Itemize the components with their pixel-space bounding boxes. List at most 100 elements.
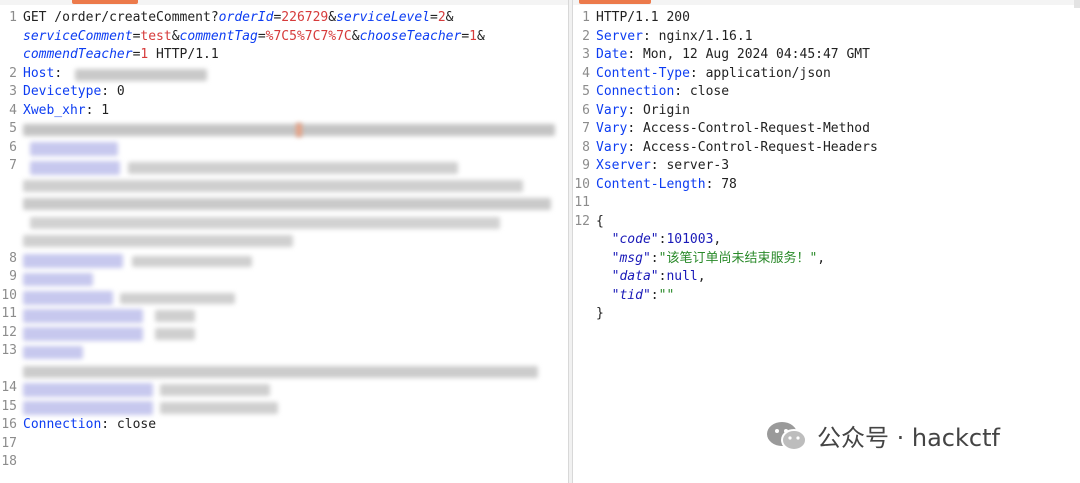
redacted-line-13b	[23, 366, 538, 378]
line-number: 7	[9, 158, 17, 173]
line-content: Server: nginx/1.16.1	[596, 28, 753, 47]
response-line[interactable]: 8 Vary: Access-Control-Request-Headers	[573, 139, 1080, 158]
request-line[interactable]: 16 Connection: close	[0, 416, 568, 435]
token: "msg"	[596, 250, 651, 266]
token: : Access-Control-Request-Method	[627, 121, 870, 136]
token: : Access-Control-Request-Headers	[627, 139, 878, 155]
token: : application/json	[689, 65, 831, 81]
response-pane[interactable]: 1 HTTP/1.1 200 2 Server: nginx/1.16.1 3 Date:…	[573, 0, 1080, 483]
response-scrollbar[interactable]	[1074, 0, 1080, 8]
redacted-line-5-mark	[296, 123, 302, 137]
response-line[interactable]: 12 {	[573, 213, 1080, 232]
line-number: 5	[582, 84, 590, 99]
request-line[interactable]: 13	[0, 342, 568, 361]
line-content: Connection: close	[23, 416, 156, 435]
token: : Origin	[627, 102, 690, 118]
token: ,	[817, 250, 826, 266]
redacted-line-14-value	[160, 384, 270, 396]
token: %7C5%7C7%7C	[265, 28, 352, 44]
redacted-line-7b	[23, 180, 523, 192]
line-number: 17	[1, 435, 17, 451]
token: Date	[596, 47, 628, 62]
token: Content-Length	[596, 176, 706, 192]
token: Connection	[23, 417, 102, 432]
token: serviceComment	[23, 28, 133, 44]
response-line[interactable]: 6 Vary: Origin	[573, 102, 1080, 121]
request-line[interactable]: commendTeacher=1 HTTP/1.1	[0, 46, 568, 65]
line-number: 12	[1, 324, 17, 340]
response-line[interactable]: "data":null,	[573, 268, 1080, 287]
line-number: 15	[1, 398, 17, 414]
request-line[interactable]: 17	[0, 435, 568, 454]
line-content: Vary: Access-Control-Request-Headers	[596, 139, 878, 158]
response-line[interactable]: }	[573, 305, 1080, 324]
line-number: 2	[582, 28, 590, 44]
token: "code"	[596, 232, 659, 247]
token: Host	[23, 65, 55, 81]
token: Devicetype	[23, 84, 102, 99]
token: null	[666, 269, 698, 284]
line-number: 10	[1, 287, 17, 303]
response-line[interactable]: 10 Content-Length: 78	[573, 176, 1080, 195]
redacted-line-10-value	[120, 293, 235, 304]
request-line[interactable]: 18	[0, 453, 568, 472]
line-content: Host:	[23, 65, 70, 84]
token: &	[476, 28, 485, 44]
token: &	[328, 10, 337, 25]
redacted-line-7e	[23, 235, 293, 247]
line-content: Vary: Origin	[596, 102, 690, 121]
line-content: "code":101003,	[596, 231, 722, 250]
token: :	[650, 287, 659, 303]
redacted-host	[75, 69, 207, 81]
response-editor[interactable]: 1 HTTP/1.1 200 2 Server: nginx/1.16.1 3 Date:…	[573, 9, 1080, 324]
redacted-line-12-key	[23, 327, 143, 341]
redacted-line-10-key	[23, 291, 113, 305]
request-line[interactable]: serviceComment=test&commentTag=%7C5%7C7%…	[0, 28, 568, 47]
token: &	[171, 28, 180, 44]
token: Xweb_xhr	[23, 102, 86, 118]
token: =	[257, 28, 266, 44]
request-line[interactable]: 3 Devicetype: 0	[0, 83, 568, 102]
response-line[interactable]: "msg":"该笔订单尚未结束服务！",	[573, 250, 1080, 269]
token: Server	[596, 28, 643, 44]
response-line[interactable]: 4 Content-Type: application/json	[573, 65, 1080, 84]
token: Xserver	[596, 158, 651, 173]
line-content: Devicetype: 0	[23, 83, 125, 102]
request-pane[interactable]: 1 GET /order/createComment?orderId = 226729…	[0, 0, 568, 483]
request-tab-indicator[interactable]	[72, 0, 138, 4]
token: "data"	[596, 269, 659, 284]
response-line[interactable]: 2 Server: nginx/1.16.1	[573, 28, 1080, 47]
request-line[interactable]: 4 Xweb_xhr: 1	[0, 102, 568, 121]
redacted-line-11-value	[155, 310, 195, 322]
response-line[interactable]: 1 HTTP/1.1 200	[573, 9, 1080, 28]
token: {	[596, 213, 604, 229]
token: =	[430, 10, 438, 25]
response-line[interactable]: "code":101003,	[573, 231, 1080, 250]
line-content: }	[596, 305, 604, 324]
token: Connection	[596, 84, 675, 99]
response-line[interactable]: 9 Xserver: server-3	[573, 157, 1080, 176]
response-line[interactable]: "tid":""	[573, 287, 1080, 306]
redacted-line-12-value	[155, 328, 195, 340]
token: ""	[658, 287, 675, 303]
response-line[interactable]: 7 Vary: Access-Control-Request-Method	[573, 120, 1080, 139]
response-tab-indicator[interactable]	[579, 0, 651, 4]
token: : 78	[705, 176, 737, 192]
token: Vary	[596, 139, 628, 155]
line-number: 9	[9, 269, 17, 284]
redacted-line-5	[23, 124, 555, 136]
token: : nginx/1.16.1	[642, 28, 753, 44]
redacted-line-15-key	[23, 401, 153, 415]
redacted-line-7d	[30, 217, 500, 229]
response-line[interactable]: 5 Connection: close	[573, 83, 1080, 102]
line-content: Connection: close	[596, 83, 729, 102]
token: &	[351, 28, 360, 44]
http-message-viewer: 1 GET /order/createComment?orderId=226729…	[0, 0, 1080, 483]
line-content: serviceComment=test&commentTag=%7C5%7C7%…	[23, 28, 485, 47]
response-line[interactable]: 3 Date: Mon, 12 Aug 2024 04:45:47 GMT	[573, 46, 1080, 65]
line-number: 12	[574, 213, 590, 229]
redacted-line-7c	[23, 198, 551, 210]
response-line[interactable]: 11	[573, 194, 1080, 213]
token: Vary	[596, 102, 628, 118]
request-line[interactable]: 1 GET /order/createComment?orderId = 226729…	[0, 9, 568, 28]
